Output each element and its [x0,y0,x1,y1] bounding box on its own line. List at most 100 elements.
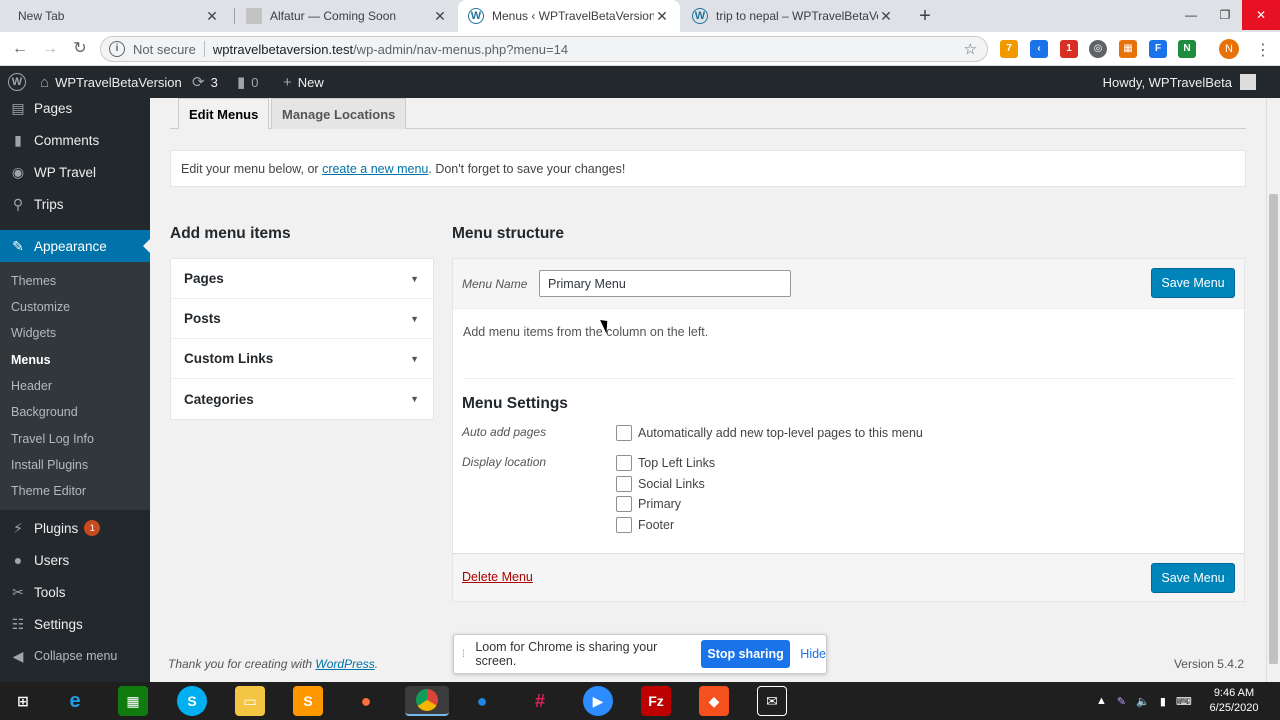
location-checkbox[interactable] [616,517,632,533]
taskbar-clock[interactable]: 9:46 AM 6/25/2020 [1204,686,1264,716]
sidebar-item-users[interactable]: ● Users [0,544,150,576]
red-extension-icon[interactable]: 1 [1060,40,1078,58]
tab-close-icon[interactable]: ✕ [878,8,894,25]
back-icon[interactable]: ← [9,38,31,60]
accordion-custom-links[interactable]: Custom Links ▼ [171,339,433,379]
volume-icon[interactable]: 🔈 [1136,695,1150,708]
auto-add-checkbox[interactable] [616,425,632,441]
accordion-pages[interactable]: Pages ▼ [171,259,433,299]
filezilla-icon[interactable]: Fz [641,686,671,716]
submenu-theme-editor[interactable]: Theme Editor [0,478,150,504]
tray-expand-icon[interactable]: ▲ [1096,695,1107,707]
slack-icon[interactable]: # [525,686,555,716]
sidebar-item-pages[interactable]: ▤ Pages [0,92,150,124]
browser-tab-alfatur[interactable]: Alfatur — Coming Soon ✕ [236,0,458,32]
auto-add-checkbox-row[interactable]: Automatically add new top-level pages to… [616,425,923,441]
updates-link[interactable]: ⟳ 3 [192,66,218,98]
sidebar-item-comments[interactable]: ▮ Comments [0,124,150,156]
location-checkbox[interactable] [616,455,632,471]
pen-icon[interactable]: ✎ [1117,695,1126,708]
location-footer[interactable]: Footer [616,517,674,533]
tab-edit-menus[interactable]: Edit Menus [178,98,270,130]
zoom-icon[interactable]: ▶ [583,686,613,716]
rss-extension-icon[interactable]: 7 [1000,40,1018,58]
drag-handle-icon[interactable]: ⁞ [462,649,475,660]
comments-link[interactable]: ▮ 0 [237,66,259,98]
app-icon[interactable]: ● [467,686,497,716]
location-primary[interactable]: Primary [616,496,681,512]
mail-icon[interactable]: ✉ [757,686,787,716]
sidebar-item-trips[interactable]: ⚲ Trips [0,188,150,220]
submenu-install-plugins[interactable]: Install Plugins [0,452,150,478]
location-top-left-links[interactable]: Top Left Links [616,455,715,471]
browser-tab-menus[interactable]: W Menus ‹ WPTravelBetaVersion — ✕ [458,0,680,32]
keyboard-icon[interactable]: ⌨ [1176,695,1192,708]
users-icon: ● [13,552,23,568]
location-social-links[interactable]: Social Links [616,476,705,492]
restore-icon[interactable]: ❐ [1208,0,1242,30]
tab-manage-locations[interactable]: Manage Locations [271,98,407,129]
tab-close-icon[interactable]: ✕ [204,8,220,25]
window-close-icon[interactable]: ✕ [1242,0,1280,30]
internet-explorer-icon[interactable]: e [60,686,90,716]
submenu-header[interactable]: Header [0,373,150,399]
delete-menu-link[interactable]: Delete Menu [462,570,533,584]
new-content-link[interactable]: + New [283,66,324,98]
accordion-label: Pages [184,271,224,286]
skype-icon[interactable]: S [177,686,207,716]
submenu-background[interactable]: Background [0,399,150,425]
anydesk-icon[interactable]: ◆ [699,686,729,716]
firefox-icon[interactable]: ● [351,686,381,716]
sidebar-collapse-menu[interactable]: ◀ Collapse menu [0,640,150,672]
tab-close-icon[interactable]: ✕ [432,8,448,25]
info-icon[interactable]: i [109,41,125,57]
location-checkbox[interactable] [616,496,632,512]
save-menu-button-top[interactable]: Save Menu [1151,268,1235,298]
extension-icon[interactable]: ‹ [1030,40,1048,58]
scrollbar-thumb[interactable] [1269,194,1278,664]
wordpress-link[interactable]: WordPress [315,657,374,671]
my-account-link[interactable]: Howdy, WPTravelBeta [1103,66,1256,98]
sidebar-item-tools[interactable]: ✂ Tools [0,576,150,608]
n-extension-icon[interactable]: N [1178,40,1196,58]
new-tab-button[interactable]: + [914,6,936,26]
page-scrollbar[interactable] [1266,98,1280,682]
submenu-menus[interactable]: Menus [0,347,150,373]
submenu-travel-log-info[interactable]: Travel Log Info [0,426,150,452]
create-new-menu-link[interactable]: create a new menu [322,162,428,176]
chart-extension-icon[interactable]: ▦ [1119,40,1137,58]
profile-avatar[interactable]: N [1219,39,1239,59]
menu-name-input[interactable]: Primary Menu [539,270,791,297]
save-menu-button-bottom[interactable]: Save Menu [1151,563,1235,593]
sidebar-item-plugins[interactable]: ⚡ Plugins 1 [0,512,150,544]
browser-tab-trip-to-nepal[interactable]: W trip to nepal – WPTravelBetaVersi ✕ [682,0,904,32]
location-checkbox[interactable] [616,476,632,492]
submenu-customize[interactable]: Customize [0,294,150,320]
store-icon[interactable]: ▦ [118,686,148,716]
accordion-posts[interactable]: Posts ▼ [171,299,433,339]
sidebar-item-wp-travel[interactable]: ◉ WP Travel [0,156,150,188]
network-icon[interactable]: ▮ [1160,695,1166,708]
browser-tab-new-tab[interactable]: New Tab ✕ [8,0,230,32]
address-bar[interactable]: i Not secure wptravelbetaversion.test /w… [100,36,988,62]
chrome-icon[interactable] [405,686,449,716]
submenu-themes[interactable]: Themes [0,268,150,294]
windows-start-icon[interactable]: ⊞ [8,686,38,716]
forward-icon[interactable]: → [39,38,61,60]
file-explorer-icon[interactable]: ▭ [235,686,265,716]
submenu-widgets[interactable]: Widgets [0,320,150,346]
font-extension-icon[interactable]: F [1149,40,1167,58]
sidebar-item-settings[interactable]: ☷ Settings [0,608,150,640]
bookmark-star-icon[interactable]: ☆ [964,40,977,58]
accordion-categories[interactable]: Categories ▼ [171,379,433,419]
tab-close-icon[interactable]: ✕ [654,8,670,25]
chrome-menu-icon[interactable]: ⋮ [1255,40,1271,60]
sidebar-item-appearance[interactable]: ✎ Appearance [0,230,150,262]
sublime-text-icon[interactable]: S [293,686,323,716]
hide-button[interactable]: Hide [800,647,826,661]
minimize-icon[interactable]: — [1174,0,1208,30]
accordion-label: Custom Links [184,351,274,366]
stop-sharing-button[interactable]: Stop sharing [700,640,791,668]
reload-icon[interactable]: ↻ [69,38,91,60]
loom-extension-icon[interactable]: ◎ [1089,40,1107,58]
